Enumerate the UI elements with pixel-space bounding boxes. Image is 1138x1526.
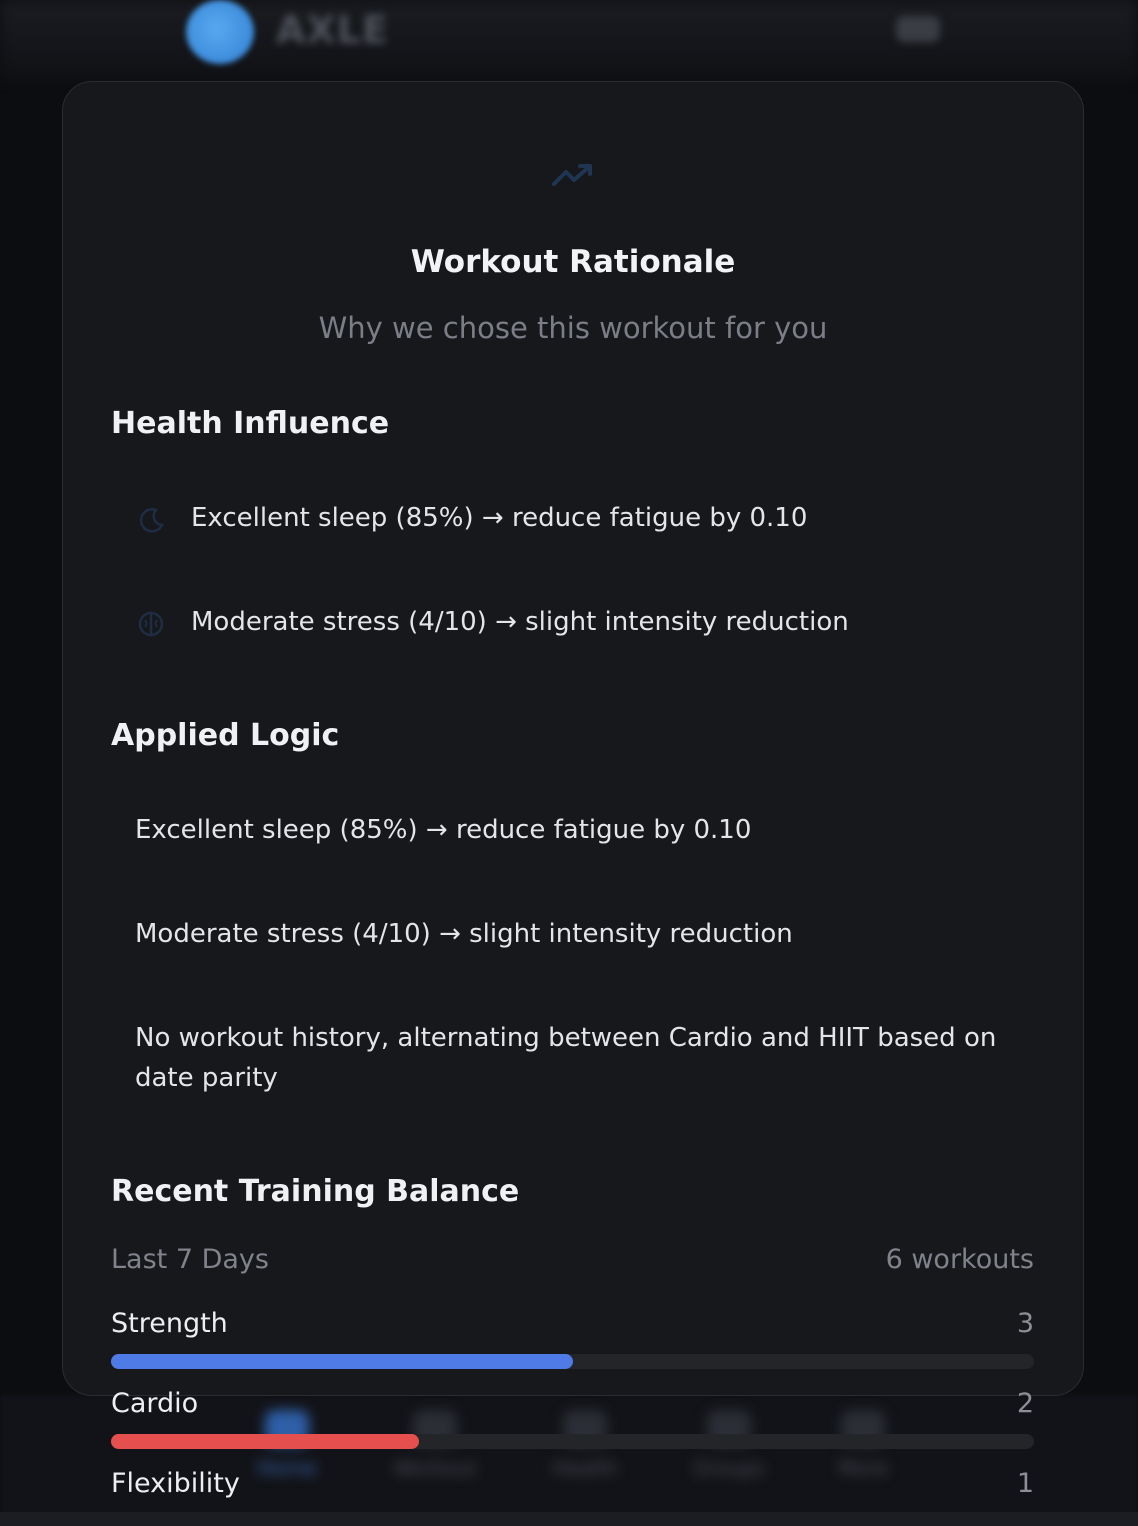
moon-icon	[139, 508, 164, 533]
bar-label-cardio: Cardio	[111, 1388, 199, 1419]
bar-count-flexibility: 1	[1016, 1468, 1034, 1499]
app-header	[0, 0, 1138, 80]
trending-up-icon	[552, 164, 592, 186]
bar-label-strength: Strength	[111, 1308, 228, 1339]
logic-item-sleep: Excellent sleep (85%) → reduce fatigue b…	[135, 815, 752, 845]
app-logo	[186, 0, 254, 64]
workout-total: 6 workouts	[885, 1244, 1034, 1275]
training-balance-heading: Recent Training Balance	[111, 1174, 520, 1209]
bar-fill-cardio	[111, 1434, 419, 1449]
app-name: AXLE	[276, 8, 389, 52]
screen: AXLE Home Workout Health Groups More Wor…	[0, 0, 1138, 1526]
modal-title: Workout Rationale	[410, 244, 736, 280]
bar-track-strength	[111, 1354, 1034, 1369]
modal-subtitle: Why we chose this workout for you	[318, 311, 828, 345]
health-item-sleep: Excellent sleep (85%) → reduce fatigue b…	[191, 503, 808, 533]
health-influence-heading: Health Influence	[111, 406, 390, 441]
bar-track-cardio	[111, 1434, 1034, 1449]
bar-count-strength: 3	[1016, 1308, 1034, 1339]
health-item-stress: Moderate stress (4/10) → slight intensit…	[191, 607, 849, 637]
logic-item-history: No workout history, alternating between …	[135, 1023, 997, 1093]
period-label: Last 7 Days	[111, 1244, 269, 1275]
bar-label-flexibility: Flexibility	[111, 1468, 240, 1499]
logic-item-stress: Moderate stress (4/10) → slight intensit…	[135, 919, 793, 949]
home-indicator-bar	[0, 1512, 1138, 1526]
header-avatar	[896, 16, 940, 42]
brain-icon	[138, 611, 164, 637]
applied-logic-heading: Applied Logic	[111, 718, 340, 753]
bar-fill-strength	[111, 1354, 573, 1369]
bar-count-cardio: 2	[1016, 1388, 1034, 1419]
